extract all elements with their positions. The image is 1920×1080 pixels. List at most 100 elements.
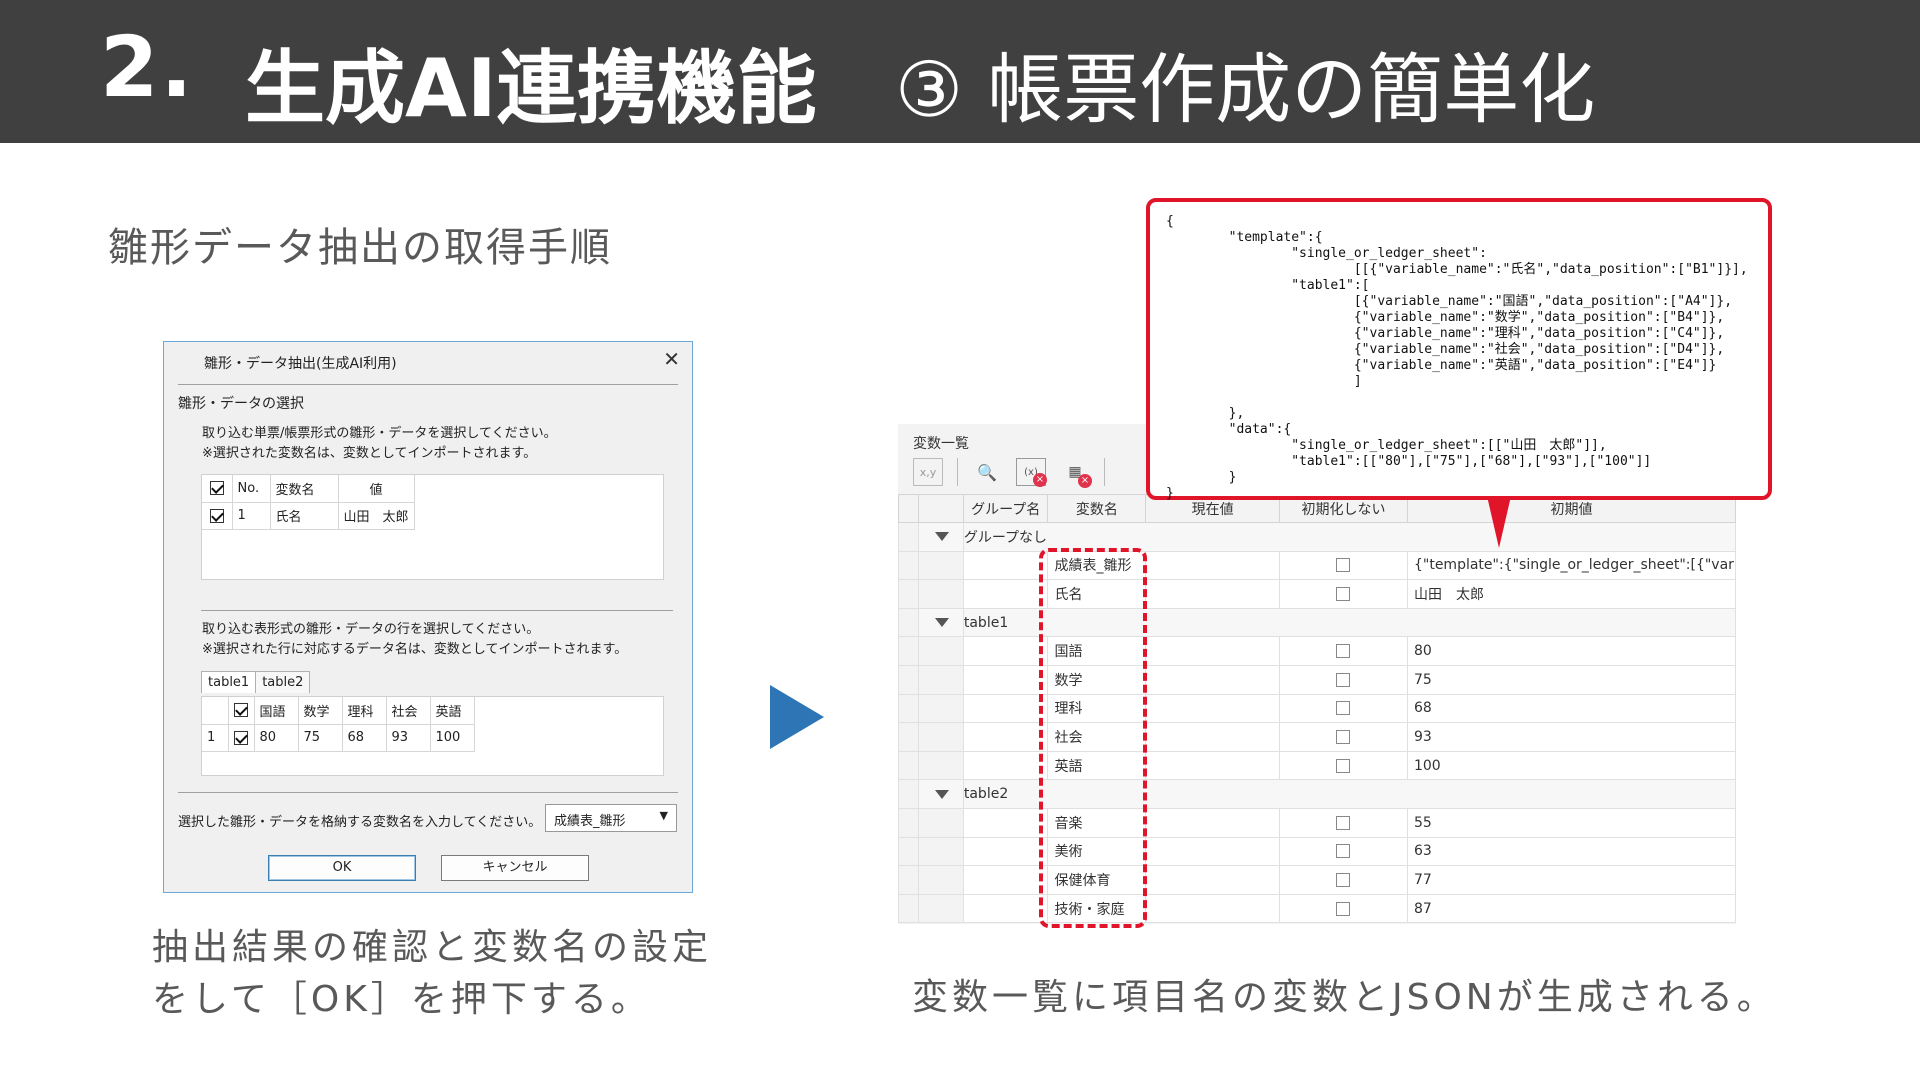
row-checkbox[interactable] — [202, 502, 233, 530]
current-value-cell[interactable] — [1145, 893, 1280, 924]
no-init-checkbox[interactable] — [1336, 586, 1351, 601]
search-icon[interactable]: 🔍 — [972, 458, 1002, 486]
initial-value-cell[interactable]: 100 — [1406, 750, 1737, 781]
row-header[interactable] — [898, 550, 919, 581]
current-value-cell[interactable] — [1145, 693, 1280, 724]
xy-variable-icon[interactable]: x,y — [913, 458, 943, 486]
cancel-button[interactable]: キャンセル — [441, 855, 589, 881]
group-cell[interactable] — [962, 550, 1049, 581]
row-header[interactable] — [898, 779, 919, 809]
group-cell[interactable] — [962, 865, 1049, 895]
initial-value-cell[interactable]: 75 — [1406, 664, 1737, 695]
group-expand-cell[interactable] — [917, 522, 964, 552]
no-init-checkbox[interactable] — [1336, 758, 1351, 773]
table-row[interactable]: 成績表_雛形 {"template":{"single_or_ledger_she… — [898, 550, 1737, 581]
row-header[interactable] — [898, 693, 919, 724]
no-init-checkbox-cell[interactable] — [1278, 836, 1408, 867]
no-init-checkbox[interactable] — [1336, 815, 1351, 830]
current-value-cell[interactable] — [1145, 807, 1280, 838]
current-value-cell[interactable] — [1145, 750, 1280, 781]
group-cell[interactable] — [962, 893, 1049, 924]
group-row[interactable]: table2 — [898, 779, 1737, 809]
group-cell[interactable] — [962, 664, 1049, 695]
table-row[interactable]: 氏名 山田 太郎 — [898, 579, 1737, 609]
row-header[interactable] — [898, 722, 919, 752]
row-header[interactable] — [898, 750, 919, 781]
table-row[interactable]: 理科 68 — [898, 693, 1737, 724]
initial-value-cell[interactable]: 63 — [1406, 836, 1737, 867]
initial-value-cell[interactable]: 山田 太郎 — [1406, 579, 1737, 609]
initial-value-cell[interactable]: 68 — [1406, 693, 1737, 724]
table-row[interactable]: 英語 100 — [898, 750, 1737, 781]
initial-value-cell[interactable]: 77 — [1406, 865, 1737, 895]
table-row[interactable]: 数学 75 — [898, 664, 1737, 695]
current-value-cell[interactable] — [1145, 636, 1280, 666]
no-init-checkbox-cell[interactable] — [1278, 893, 1408, 924]
group-row[interactable]: table1 — [898, 607, 1737, 638]
group-cell[interactable] — [962, 579, 1049, 609]
grid-row[interactable]: 1 80 75 68 93 100 — [202, 724, 475, 752]
no-init-checkbox[interactable] — [1336, 701, 1351, 716]
current-value-cell[interactable] — [1145, 579, 1280, 609]
table-row[interactable]: 国語 80 — [898, 636, 1737, 666]
group-cell[interactable] — [962, 836, 1049, 867]
group-cell[interactable] — [962, 807, 1049, 838]
grid-row[interactable]: 1 氏名 山田 太郎 — [202, 502, 415, 530]
row-header[interactable] — [898, 579, 919, 609]
no-init-checkbox[interactable] — [1336, 872, 1351, 887]
group-expand-cell[interactable] — [917, 779, 964, 809]
ok-button[interactable]: OK — [268, 855, 416, 881]
delete-group-icon[interactable]: ▦ × — [1060, 458, 1092, 488]
initial-value-cell[interactable]: 87 — [1406, 893, 1737, 924]
row-header[interactable] — [898, 664, 919, 695]
no-init-checkbox-cell[interactable] — [1278, 579, 1408, 609]
no-init-checkbox[interactable] — [1336, 729, 1351, 744]
group-row[interactable]: グループなし — [898, 522, 1737, 552]
collapse-triangle-icon[interactable] — [934, 789, 949, 799]
current-value-cell[interactable] — [1145, 550, 1280, 581]
current-value-cell[interactable] — [1145, 664, 1280, 695]
current-value-cell[interactable] — [1145, 865, 1280, 895]
no-init-checkbox[interactable] — [1336, 672, 1351, 687]
no-init-checkbox-cell[interactable] — [1278, 693, 1408, 724]
no-init-checkbox[interactable] — [1336, 644, 1351, 659]
row-header[interactable] — [898, 636, 919, 666]
current-value-cell[interactable] — [1145, 836, 1280, 867]
table-row[interactable]: 音楽 55 — [898, 807, 1737, 838]
delete-variable-icon[interactable]: (x) × — [1016, 458, 1047, 487]
variable-name-combo[interactable]: 成績表_雛形 ▼ — [545, 804, 677, 832]
group-cell[interactable] — [962, 693, 1049, 724]
select-all-checkbox[interactable] — [202, 475, 233, 503]
collapse-triangle-icon[interactable] — [934, 532, 949, 542]
close-icon[interactable]: ✕ — [663, 347, 680, 371]
row-header[interactable] — [898, 836, 919, 867]
initial-value-cell[interactable]: 93 — [1406, 722, 1737, 752]
initial-value-cell[interactable]: 55 — [1406, 807, 1737, 838]
column-header-name[interactable]: 変数名 — [1047, 494, 1147, 523]
tab-table1[interactable]: table1 — [201, 671, 257, 693]
row-header[interactable] — [898, 893, 919, 924]
table-row[interactable]: 技術・家庭 87 — [898, 893, 1737, 924]
row-header[interactable] — [898, 865, 919, 895]
row-header[interactable] — [898, 607, 919, 638]
row-header[interactable] — [898, 807, 919, 838]
no-init-checkbox[interactable] — [1336, 844, 1351, 859]
tab-table2[interactable]: table2 — [255, 671, 311, 693]
row-checkbox[interactable] — [228, 724, 255, 752]
chevron-down-icon[interactable]: ▼ — [660, 809, 668, 822]
group-cell[interactable] — [962, 636, 1049, 666]
row-header[interactable] — [898, 522, 919, 552]
column-header-group[interactable]: グループ名 — [962, 494, 1049, 523]
no-init-checkbox-cell[interactable] — [1278, 722, 1408, 752]
no-init-checkbox-cell[interactable] — [1278, 750, 1408, 781]
no-init-checkbox[interactable] — [1336, 901, 1351, 916]
table-row[interactable]: 美術 63 — [898, 836, 1737, 867]
current-value-cell[interactable] — [1145, 722, 1280, 752]
no-init-checkbox-cell[interactable] — [1278, 865, 1408, 895]
group-cell[interactable] — [962, 722, 1049, 752]
group-expand-cell[interactable] — [917, 607, 964, 638]
no-init-checkbox-cell[interactable] — [1278, 807, 1408, 838]
collapse-triangle-icon[interactable] — [934, 618, 949, 628]
table-row[interactable]: 保健体育 77 — [898, 865, 1737, 895]
no-init-checkbox-cell[interactable] — [1278, 664, 1408, 695]
